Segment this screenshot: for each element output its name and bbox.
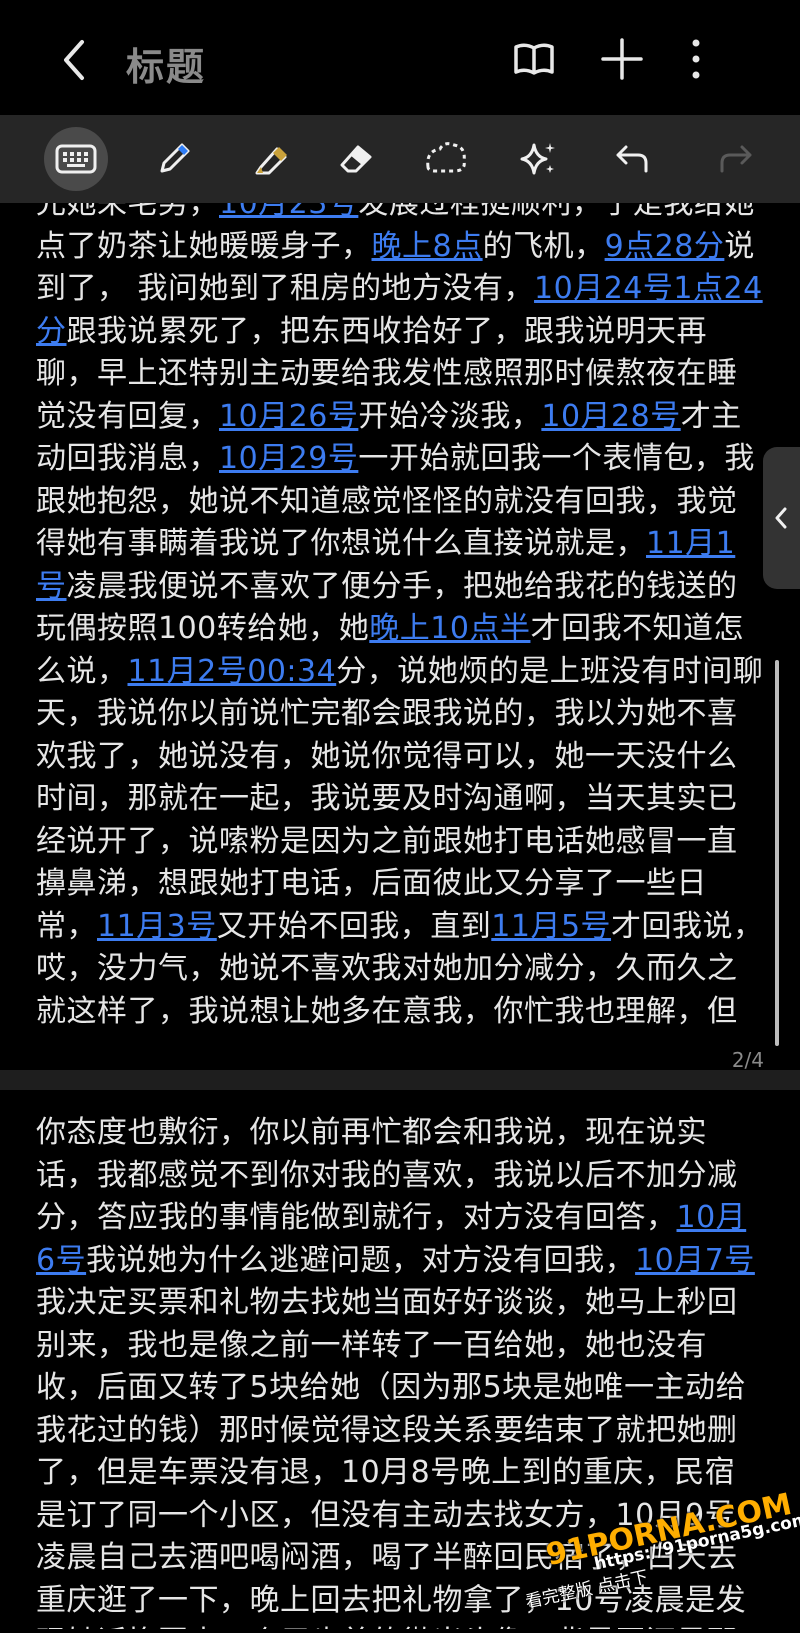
date-link[interactable]: 10月29号 [219,441,358,476]
scrollbar[interactable] [775,660,779,1046]
side-panel-handle[interactable] [763,447,800,589]
date-link[interactable]: 11月3号 [97,909,217,944]
date-link[interactable]: 晚上8点 [372,229,483,264]
text-segment: 我说她为什么逃避问题，对方没有回我， [86,1242,636,1278]
page-divider [0,1070,800,1090]
page-title[interactable]: 标题 [126,36,206,91]
date-link[interactable]: 11月2号00:34 [128,654,337,689]
text-segment: 你态度也敷衍，你以前再忙都会和我说，现在说实 话，我都感觉不到你对我的喜欢，我说… [36,1115,738,1235]
text-segment: 分，说她烦的是上班没有时间聊 天，我说你以前说忙完都会跟我说的，我以为她不喜 欢… [36,653,764,944]
pen-icon[interactable] [142,127,206,191]
date-link[interactable]: 10月26号 [219,399,358,434]
eraser-icon[interactable] [324,127,388,191]
date-link[interactable]: 10月28号 [541,399,680,434]
lasso-select-icon[interactable] [414,127,478,191]
highlighter-icon[interactable] [239,127,303,191]
date-link[interactable]: 9点28分 [605,229,725,264]
page-2-body-text[interactable]: 兄她来宅男，10月23号发展过程挺顺利，于是我给她 点了奶茶让她暖暖身子，晚上8… [36,203,766,1033]
reading-mode-book-icon[interactable] [510,32,558,86]
note-page-2[interactable]: 兄她来宅男，10月23号发展过程挺顺利，于是我给她 点了奶茶让她暖暖身子，晚上8… [0,203,800,1070]
text-segment: 的飞机， [482,228,605,264]
more-options-icon[interactable] [676,32,716,86]
watermark-slogan: 看完整版 点击下 [523,1567,650,1613]
keyboard-icon[interactable] [44,127,108,191]
undo-icon[interactable] [600,127,664,191]
add-page-plus-icon[interactable] [598,32,646,86]
back-arrow-icon[interactable] [52,30,104,90]
date-link[interactable]: 晚上10点半 [369,611,530,646]
redo-icon[interactable] [704,127,768,191]
page-indicator: 2/4 [731,1048,764,1070]
top-app-bar: 标题 [0,0,800,115]
text-segment: 开始冷淡我， [358,398,542,434]
date-link[interactable]: 11月5号 [491,909,611,944]
date-link[interactable]: 10月23号 [219,203,358,221]
date-link[interactable]: 10月7号 [635,1243,755,1278]
ai-sparkle-icon[interactable] [506,127,570,191]
drawing-toolbar [0,115,800,203]
text-segment: 兄她来宅男， [36,203,219,221]
text-segment: 又开始不回我，直到 [216,908,492,944]
